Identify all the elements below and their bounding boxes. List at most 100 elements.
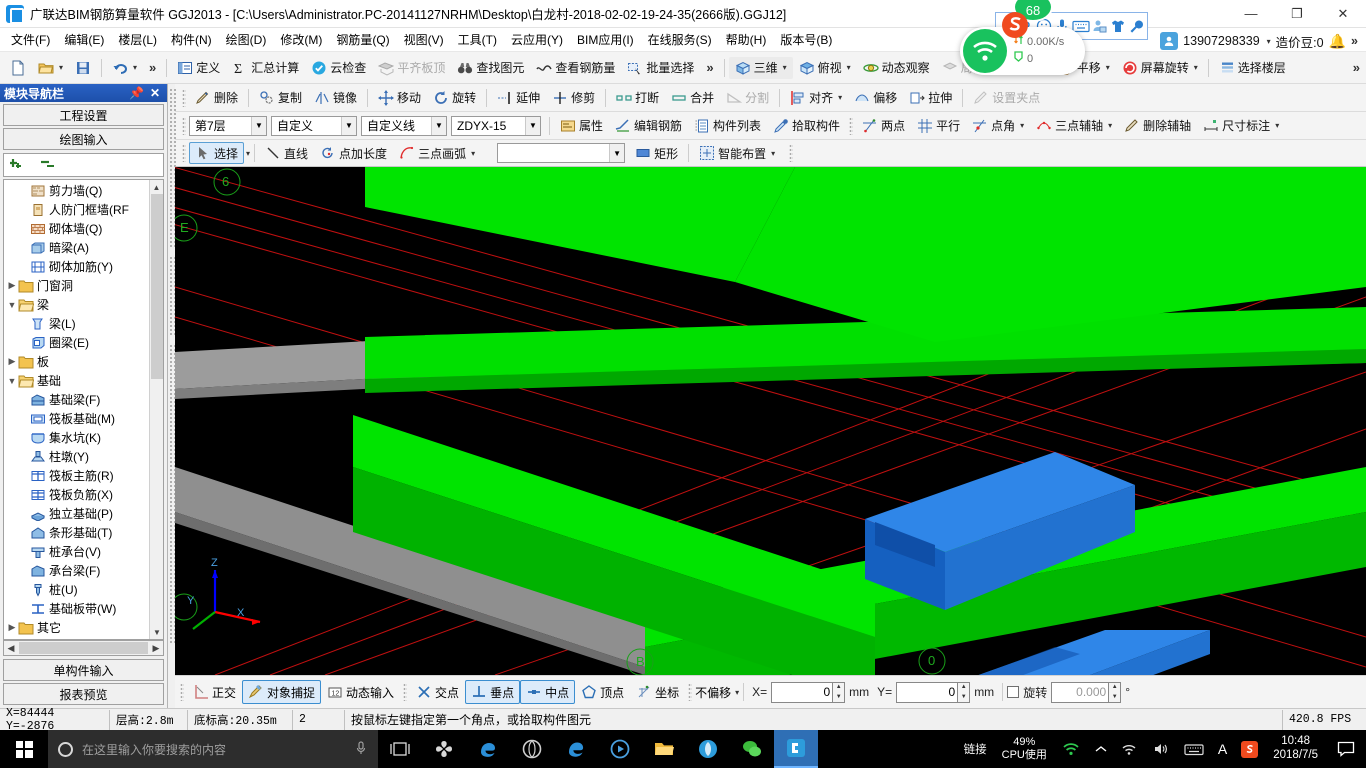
expander-icon[interactable]: ▶: [6, 622, 18, 633]
select-tool-button[interactable]: 选择: [189, 142, 245, 164]
component-type-combo[interactable]: 自定义 ▼: [271, 115, 357, 136]
taskbar-app-ggj[interactable]: [774, 730, 818, 768]
account-overflow-icon[interactable]: »: [1351, 34, 1358, 48]
smart-layout-tool-button[interactable]: 智能布置 ▾: [693, 142, 781, 164]
tree-item[interactable]: 剪力墙(Q): [4, 181, 150, 200]
tree-item[interactable]: ▶ 板: [4, 352, 150, 371]
scrollbar-thumb[interactable]: [19, 642, 148, 654]
floor-select-combo[interactable]: 第7层 ▼: [189, 115, 267, 136]
offset-mode-caret-icon[interactable]: ▾: [735, 688, 739, 697]
toolbar-overflow-1-icon[interactable]: »: [143, 60, 162, 75]
tree-horizontal-scrollbar[interactable]: ◀ ▶: [3, 640, 164, 656]
extend-button[interactable]: 延伸: [491, 87, 546, 109]
scroll-up-icon[interactable]: ▲: [150, 180, 163, 194]
screen-rotate-caret-icon[interactable]: ▾: [1194, 63, 1198, 72]
spin-down-icon[interactable]: ▼: [833, 692, 844, 702]
tree-item[interactable]: 筏板主筋(R): [4, 466, 150, 485]
menu-view[interactable]: 视图(V): [397, 28, 451, 51]
collapse-icon[interactable]: ▼: [6, 300, 18, 310]
taskbar-app-edge[interactable]: [554, 730, 598, 768]
project-settings-button[interactable]: 工程设置: [3, 104, 164, 126]
account-coin-label[interactable]: 造价豆:0: [1276, 32, 1324, 51]
select-floor-button[interactable]: 选择楼层: [1213, 57, 1292, 79]
component-name-combo[interactable]: ZDYX-15 ▼: [451, 115, 541, 136]
open-file-button[interactable]: ▾: [32, 57, 69, 79]
report-preview-button[interactable]: 报表预览: [3, 683, 164, 705]
network-icon[interactable]: [1115, 730, 1146, 768]
close-icon[interactable]: ✕: [150, 86, 160, 100]
taskbar-app-media[interactable]: [598, 730, 642, 768]
tree-item[interactable]: 基础板带(W): [4, 599, 150, 618]
collapse-icon[interactable]: ▼: [6, 376, 18, 386]
tree-item[interactable]: 承台梁(F): [4, 561, 150, 580]
tree-item[interactable]: 梁(L): [4, 314, 150, 333]
batch-select-button[interactable]: 批量选择: [621, 57, 700, 79]
view-top-caret-icon[interactable]: ▾: [847, 63, 851, 72]
point-angle-axis-button[interactable]: 点角 ▾: [966, 115, 1030, 137]
split-button[interactable]: 分割: [720, 87, 775, 109]
rotate-spinner[interactable]: ▲ ▼: [1109, 681, 1122, 703]
pick-component-button[interactable]: 拾取构件: [767, 115, 846, 137]
expander-icon[interactable]: ▶: [6, 280, 18, 291]
draw-style-combo[interactable]: ▼: [497, 143, 626, 163]
three-point-axis-button[interactable]: 三点辅轴 ▾: [1030, 115, 1118, 137]
drawing-input-button[interactable]: 绘图输入: [3, 128, 164, 150]
rectangle-tool-button[interactable]: 矩形: [629, 142, 684, 164]
component-tree[interactable]: 剪力墙(Q) 人防门框墙(RF 砌体墙(Q) 暗梁(A) 砌体加筋(Y) ▶ 门窗洞 ▼ 梁梁(…: [4, 180, 150, 639]
copy-button[interactable]: 复制: [253, 87, 308, 109]
ime-skin-icon[interactable]: [1109, 15, 1126, 37]
tree-item[interactable]: 人防门框墙(RF: [4, 200, 150, 219]
snap-intersection-toggle[interactable]: 交点: [410, 680, 465, 704]
single-component-input-button[interactable]: 单构件输入: [3, 659, 164, 681]
snap-coordinate-toggle[interactable]: 坐标: [630, 680, 685, 704]
ime-settings-icon[interactable]: [1128, 15, 1145, 37]
two-point-axis-button[interactable]: 两点: [856, 115, 911, 137]
cloud-check-button[interactable]: 云检查: [305, 57, 372, 79]
taskbar-search-box[interactable]: 在这里输入你要搜索的内容: [48, 730, 378, 768]
component-list-button[interactable]: 构件列表: [688, 115, 767, 137]
menu-online-service[interactable]: 在线服务(S): [641, 28, 719, 51]
rotate-checkbox[interactable]: [1007, 686, 1020, 698]
new-document-button[interactable]: [4, 57, 32, 79]
arc-caret-icon[interactable]: ▾: [471, 149, 475, 158]
dimension-caret-icon[interactable]: ▾: [1275, 121, 1279, 130]
component-subtype-combo[interactable]: 自定义线 ▼: [361, 115, 447, 136]
edit-rebar-button[interactable]: 编辑钢筋: [609, 115, 688, 137]
properties-button[interactable]: 属性: [554, 115, 609, 137]
tree-item[interactable]: 基础梁(F): [4, 390, 150, 409]
menu-edit[interactable]: 编辑(E): [57, 28, 111, 51]
ortho-toggle[interactable]: 正交: [187, 680, 242, 704]
find-element-button[interactable]: 查找图元: [451, 57, 530, 79]
merge-button[interactable]: 合并: [665, 87, 720, 109]
pan-caret-icon[interactable]: ▾: [1106, 63, 1110, 72]
toolbar-overflow-3-icon[interactable]: »: [1347, 60, 1366, 75]
keyboard-icon[interactable]: [1177, 730, 1211, 768]
menu-version[interactable]: 版本号(B): [773, 28, 839, 51]
toolbar-grip[interactable]: [403, 683, 408, 701]
expander-icon[interactable]: ▶: [6, 356, 18, 367]
3d-viewport[interactable]: 6 E B 0 Z Y X: [175, 167, 1366, 675]
ime-user-icon[interactable]: [1091, 15, 1108, 37]
three-point-caret-icon[interactable]: ▾: [1108, 121, 1112, 130]
dimension-button[interactable]: 尺寸标注 ▾: [1197, 115, 1285, 137]
pin-icon[interactable]: 📌: [129, 86, 144, 100]
ime-letter-icon[interactable]: A: [1211, 730, 1234, 768]
scroll-down-icon[interactable]: ▼: [150, 625, 163, 639]
tree-item[interactable]: ▼ 基础: [4, 371, 150, 390]
save-button[interactable]: [69, 57, 97, 79]
snap-vertex-toggle[interactable]: 顶点: [575, 680, 630, 704]
close-button[interactable]: ✕: [1320, 0, 1366, 28]
tree-item[interactable]: 筏板负筋(X): [4, 485, 150, 504]
tree-item[interactable]: 柱墩(Y): [4, 447, 150, 466]
toolbar-grip[interactable]: [849, 116, 854, 135]
menu-component[interactable]: 构件(N): [164, 28, 219, 51]
toolbar-grip[interactable]: [688, 683, 693, 701]
collapse-all-icon[interactable]: [40, 157, 60, 174]
menu-file[interactable]: 文件(F): [4, 28, 57, 51]
spin-up-icon[interactable]: ▲: [958, 683, 969, 693]
menu-floor[interactable]: 楼层(L): [111, 28, 164, 51]
object-snap-toggle[interactable]: 对象捕捉: [242, 680, 322, 704]
minimize-button[interactable]: —: [1228, 0, 1274, 28]
view-3d-button[interactable]: 三维 ▾: [728, 56, 793, 79]
screen-rotate-button[interactable]: 屏幕旋转 ▾: [1116, 57, 1204, 79]
